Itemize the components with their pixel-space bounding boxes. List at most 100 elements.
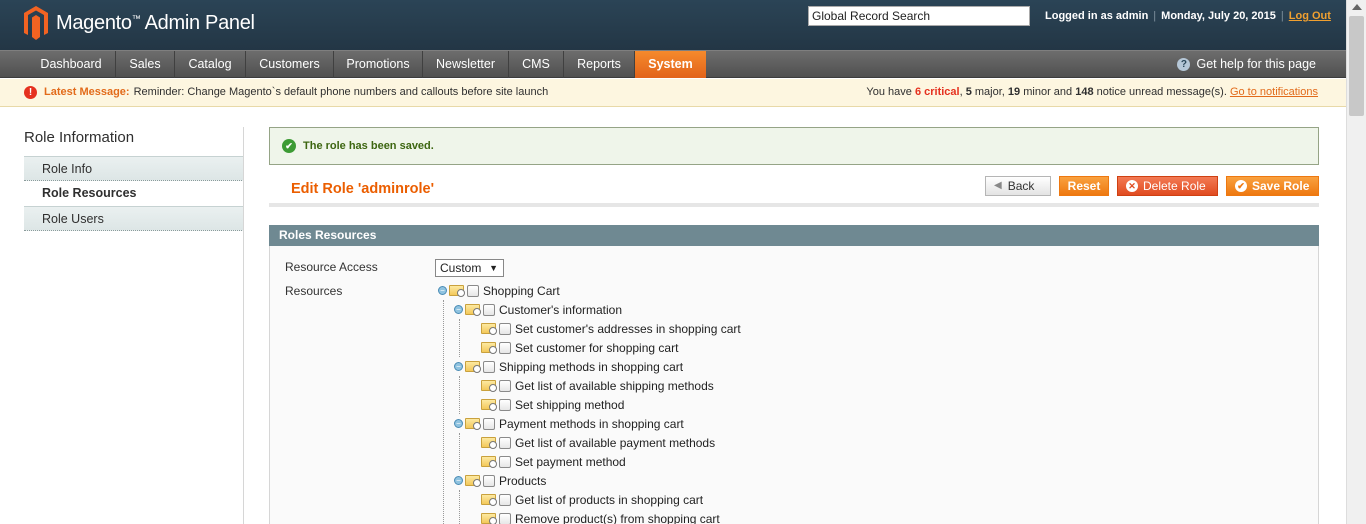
- nav-catalog[interactable]: Catalog: [175, 51, 246, 78]
- tree-node-get-payment-methods[interactable]: Get list of available payment methods: [481, 433, 715, 452]
- folder-icon: [465, 304, 481, 316]
- page-scrollbar[interactable]: [1346, 0, 1366, 524]
- tree-node-set-customer-addresses[interactable]: Set customer's addresses in shopping car…: [481, 319, 741, 338]
- title-divider: [269, 203, 1319, 207]
- folder-icon: [481, 456, 497, 468]
- date-text: Monday, July 20, 2015: [1161, 10, 1276, 22]
- collapse-icon[interactable]: −: [454, 476, 463, 485]
- collapse-icon[interactable]: −: [454, 419, 463, 428]
- folder-icon: [481, 513, 497, 524]
- resources-label: Resources: [285, 284, 343, 298]
- folder-icon: [449, 285, 465, 297]
- tree-line: [443, 300, 444, 524]
- success-message: ✔ The role has been saved.: [269, 127, 1319, 165]
- tree-node-remove-products[interactable]: Remove product(s) from shopping cart: [481, 509, 720, 524]
- latest-message-label: Latest Message:: [44, 86, 130, 98]
- folder-icon: [465, 361, 481, 373]
- back-button[interactable]: ◀ Back: [985, 176, 1051, 196]
- tree-node-products[interactable]: − Products: [454, 471, 546, 490]
- folder-icon: [465, 418, 481, 430]
- tree-checkbox[interactable]: [467, 284, 479, 297]
- critical-count: 6 critical: [914, 86, 960, 98]
- tree-node-get-shipping-methods[interactable]: Get list of available shipping methods: [481, 376, 714, 395]
- page-title: Edit Role 'adminrole': [291, 181, 435, 197]
- save-role-button[interactable]: ✔ Save Role: [1226, 176, 1319, 196]
- notification-summary: You have 6 critical, 5 major, 19 minor a…: [866, 86, 1318, 98]
- help-link[interactable]: ? Get help for this page: [1177, 51, 1316, 77]
- tab-role-users[interactable]: Role Users: [24, 206, 244, 231]
- help-icon: ?: [1177, 57, 1191, 71]
- folder-icon: [481, 494, 497, 506]
- nav-reports[interactable]: Reports: [564, 51, 635, 78]
- dropdown-arrow-icon: ▼: [489, 263, 498, 273]
- tree-line: [459, 376, 460, 414]
- nav-cms[interactable]: CMS: [509, 51, 564, 78]
- logo-text: Magento™ Admin Panel: [56, 11, 255, 34]
- latest-message-text: Reminder: Change Magento`s default phone…: [133, 86, 549, 98]
- nav-customers[interactable]: Customers: [246, 51, 334, 78]
- magento-logo-icon: [24, 6, 48, 40]
- tree-node-set-customer[interactable]: Set customer for shopping cart: [481, 338, 678, 357]
- global-search-input[interactable]: [808, 6, 1030, 26]
- tree-checkbox[interactable]: [499, 512, 511, 524]
- nav-newsletter[interactable]: Newsletter: [423, 51, 509, 78]
- user-info: Logged in as admin | Monday, July 20, 2015…: [1045, 10, 1331, 22]
- roles-resources-body: [269, 246, 1319, 524]
- tree-line: [459, 490, 460, 524]
- tree-node-get-products[interactable]: Get list of products in shopping cart: [481, 490, 703, 509]
- header: Magento™ Admin Panel Logged in as admin|…: [0, 0, 1366, 50]
- tree-node-customers-information[interactable]: − Customer's information: [454, 300, 622, 319]
- tree-checkbox[interactable]: [499, 379, 511, 392]
- nav-system[interactable]: System: [635, 51, 706, 78]
- tree-checkbox[interactable]: [499, 436, 511, 449]
- tree-checkbox[interactable]: [499, 493, 511, 506]
- folder-icon: [465, 475, 481, 487]
- tree-node-shipping-methods[interactable]: − Shipping methods in shopping cart: [454, 357, 683, 376]
- sidebar-divider: [243, 127, 244, 524]
- logo[interactable]: Magento™ Admin Panel: [24, 6, 255, 40]
- error-icon: !: [24, 86, 37, 99]
- tree-node-payment-methods[interactable]: − Payment methods in shopping cart: [454, 414, 684, 433]
- tree-node-set-shipping-method[interactable]: Set shipping method: [481, 395, 624, 414]
- success-check-icon: ✔: [282, 139, 296, 153]
- tree-checkbox[interactable]: [499, 398, 511, 411]
- tree-checkbox[interactable]: [499, 322, 511, 335]
- tree-node-set-payment-method[interactable]: Set payment method: [481, 452, 626, 471]
- collapse-icon[interactable]: −: [454, 305, 463, 314]
- back-arrow-icon: ◀: [994, 180, 1002, 191]
- latest-message: ! Latest Message: Reminder: Change Magen…: [24, 79, 548, 106]
- folder-icon: [481, 399, 497, 411]
- collapse-icon[interactable]: −: [438, 286, 447, 295]
- main-nav: Dashboard Sales Catalog Customers Promot…: [0, 50, 1346, 78]
- tree-checkbox[interactable]: [499, 455, 511, 468]
- resource-access-select[interactable]: Custom ▼: [435, 259, 504, 277]
- save-check-icon: ✔: [1235, 180, 1247, 192]
- logged-in-text: Logged in as admin: [1045, 10, 1149, 22]
- scroll-thumb[interactable]: [1349, 16, 1364, 116]
- notifications-link[interactable]: Go to notifications: [1230, 86, 1318, 98]
- nav-dashboard[interactable]: Dashboard: [27, 51, 116, 78]
- delete-icon: ✕: [1126, 180, 1138, 192]
- tree-checkbox[interactable]: [483, 360, 495, 373]
- reset-button[interactable]: Reset: [1059, 176, 1109, 196]
- delete-role-button[interactable]: ✕ Delete Role: [1117, 176, 1218, 196]
- tree-line: [459, 433, 460, 471]
- folder-icon: [481, 380, 497, 392]
- tree-checkbox[interactable]: [483, 474, 495, 487]
- sidebar-title: Role Information: [24, 129, 135, 146]
- folder-icon: [481, 342, 497, 354]
- tree-checkbox[interactable]: [483, 417, 495, 430]
- logout-link[interactable]: Log Out: [1289, 10, 1331, 22]
- tree-checkbox[interactable]: [483, 303, 495, 316]
- folder-icon: [481, 437, 497, 449]
- collapse-icon[interactable]: −: [454, 362, 463, 371]
- nav-promotions[interactable]: Promotions: [334, 51, 423, 78]
- tab-role-resources[interactable]: Role Resources: [24, 181, 244, 206]
- roles-resources-header: Roles Resources: [269, 225, 1319, 246]
- tree-node-shopping-cart[interactable]: − Shopping Cart: [438, 281, 560, 300]
- tree-checkbox[interactable]: [499, 341, 511, 354]
- resource-access-label: Resource Access: [285, 260, 378, 274]
- tab-role-info[interactable]: Role Info: [24, 156, 244, 181]
- scroll-up-icon[interactable]: [1352, 4, 1362, 10]
- nav-sales[interactable]: Sales: [116, 51, 175, 78]
